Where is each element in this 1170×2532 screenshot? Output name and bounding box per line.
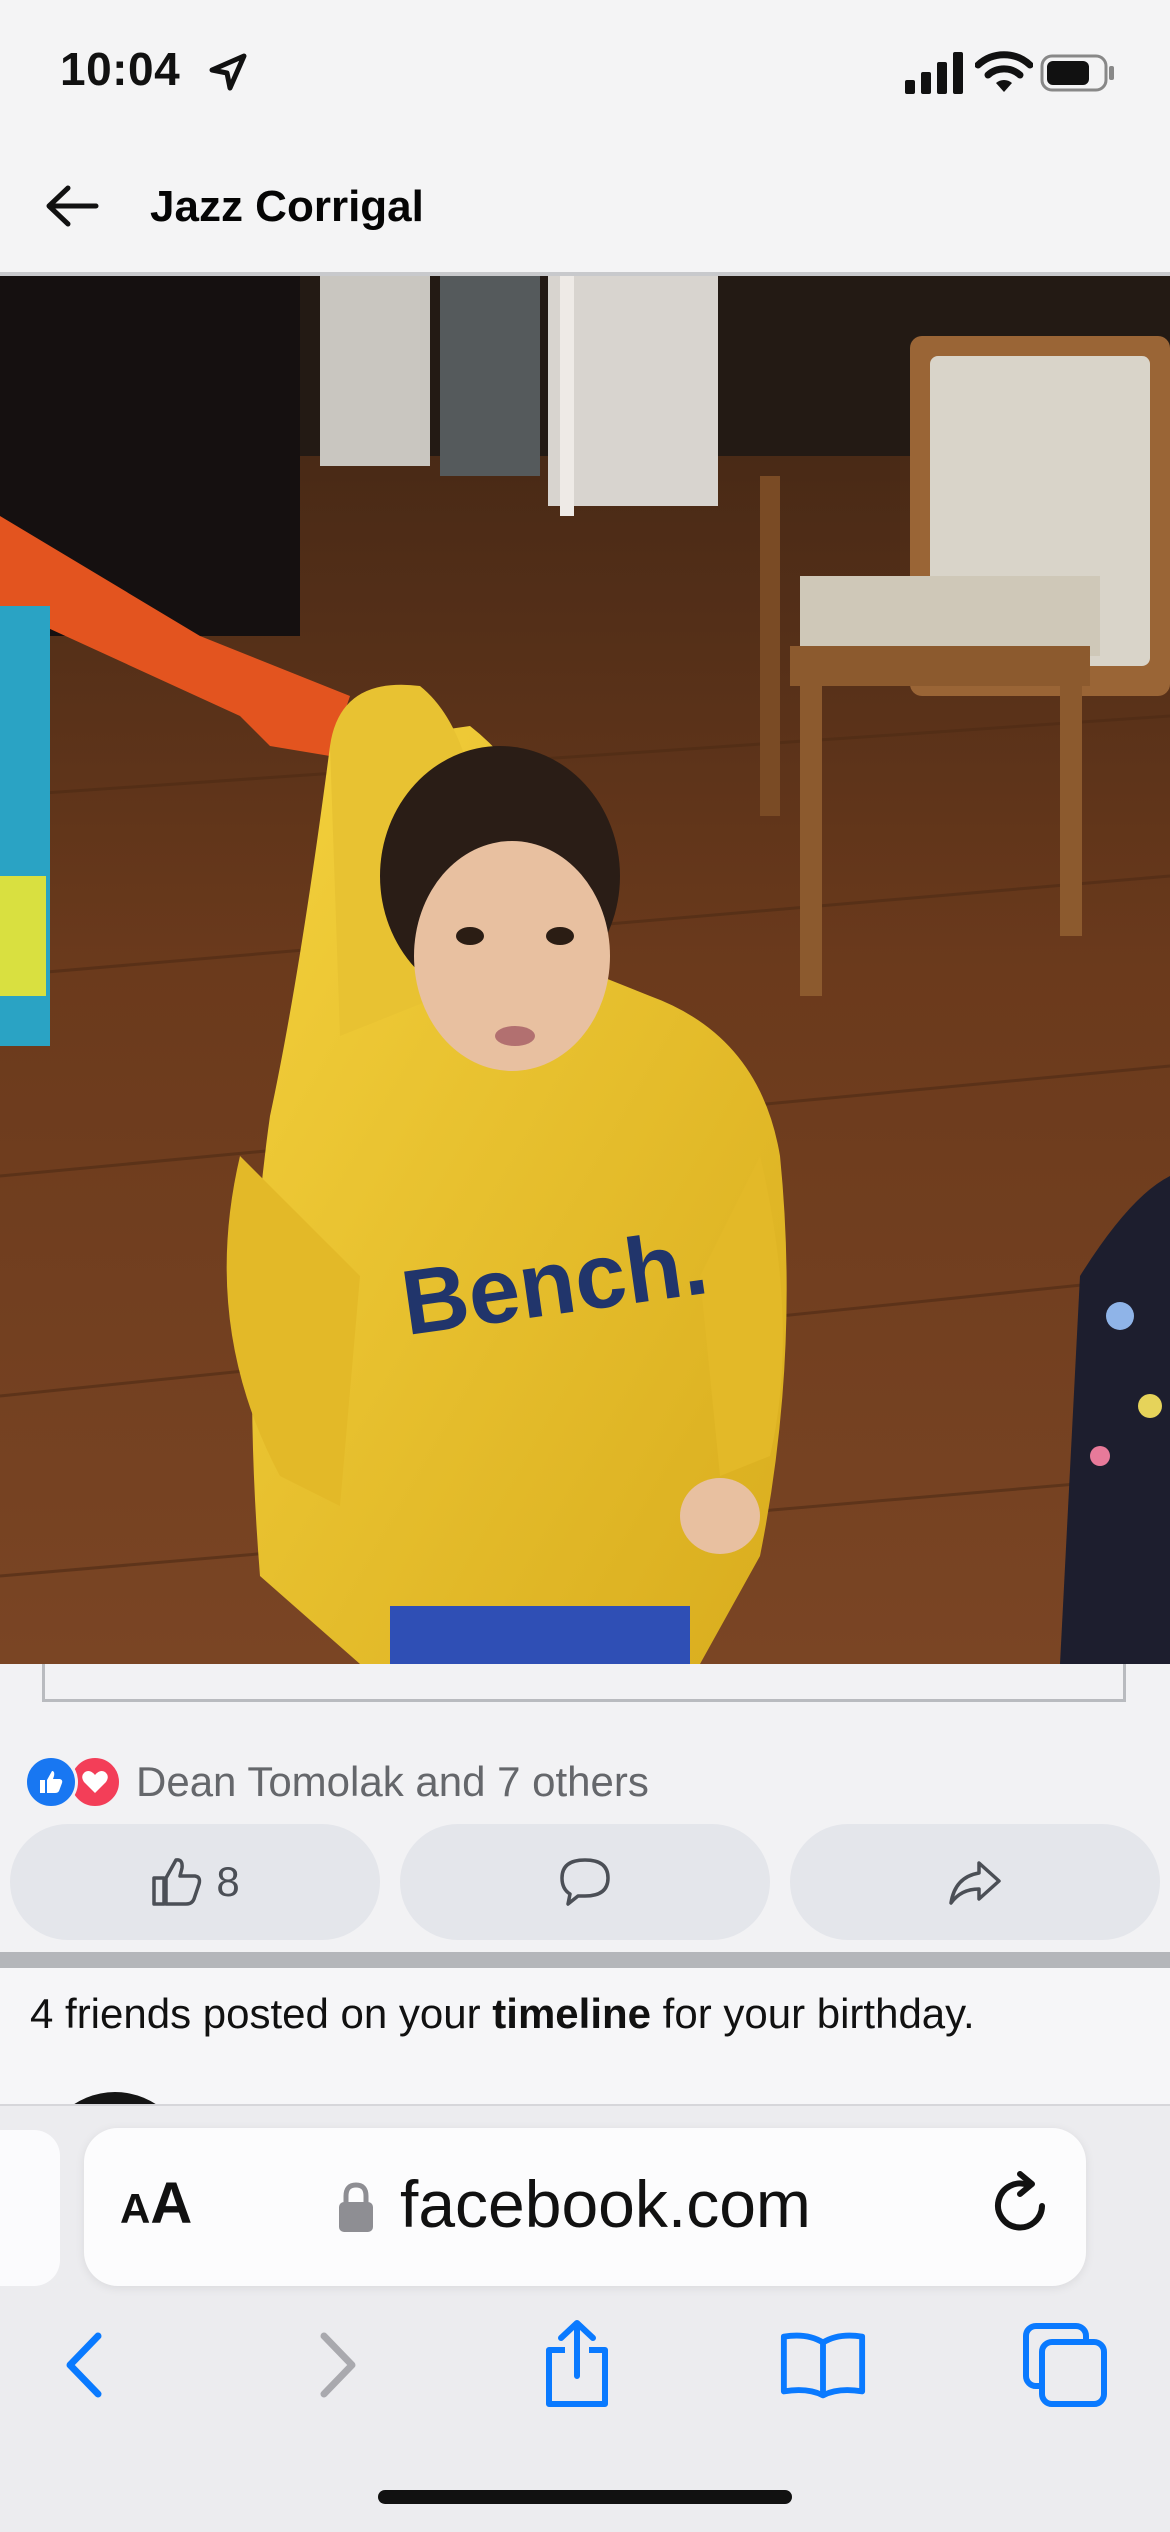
back-icon [66,2332,102,2398]
forward-icon [320,2332,356,2398]
post-photo[interactable]: Bench. [0,276,1170,1664]
home-indicator [378,2490,792,2504]
tabs-icon [1023,2323,1107,2407]
share-button[interactable] [790,1824,1160,1940]
page: 10:04 Jazz Corrigal Bench. Dean Tomolak … [0,0,1170,2532]
status-time: 10:04 [60,43,181,95]
like-icon [152,1858,202,1906]
comment-button[interactable] [400,1824,770,1940]
comment-icon [560,1858,610,1906]
birthday-notice[interactable]: 4 friends posted on your timeline for yo… [0,1968,1170,2108]
like-reaction-icon [24,1755,78,1809]
photo-illustration: Bench. [0,276,1170,1664]
lock-icon [339,2182,373,2232]
like-button[interactable]: 8 [10,1824,380,1940]
reactions-text: Dean Tomolak and 7 others [136,1758,649,1805]
text-size-button[interactable]: AA [120,2170,192,2237]
timeline-link[interactable]: timeline [492,1990,651,2037]
reload-icon[interactable] [982,2168,1058,2244]
previous-tab-peek[interactable] [0,2130,60,2286]
wifi-icon [975,51,1033,92]
signal-icon [905,52,963,94]
reactions-summary[interactable]: Dean Tomolak and 7 others [24,1755,649,1809]
share-icon [546,2320,608,2407]
bookmarks-icon [780,2332,866,2399]
arrow-left-icon [46,185,99,227]
post-actions: 8 [10,1824,1160,1940]
share-icon [949,1861,1001,1905]
bookmarks-button[interactable] [778,2320,868,2410]
browser-share-button[interactable] [532,2320,622,2410]
status-bar: 10:04 [0,0,1170,140]
browser-forward-button[interactable] [292,2320,382,2410]
photo-frame [42,1664,1126,1702]
address-bar[interactable]: AA facebook.com [84,2128,1086,2286]
birthday-text-suffix: for your birthday. [651,1990,975,2037]
location-arrow-icon [209,53,247,91]
like-count: 8 [216,1858,240,1905]
battery-icon [1040,54,1114,92]
birthday-text-prefix: 4 friends posted on your [30,1990,493,2037]
back-button[interactable] [38,172,106,240]
profile-name: Jazz Corrigal [150,182,424,231]
birthday-text: 4 friends posted on your timeline for yo… [30,1990,975,2038]
header: Jazz Corrigal [0,140,1170,276]
section-divider [0,1952,1170,1968]
safari-toolbar [0,2306,1170,2416]
tabs-button[interactable] [1020,2320,1110,2410]
browser-back-button[interactable] [40,2320,130,2410]
url-text: facebook.com [400,2167,811,2241]
